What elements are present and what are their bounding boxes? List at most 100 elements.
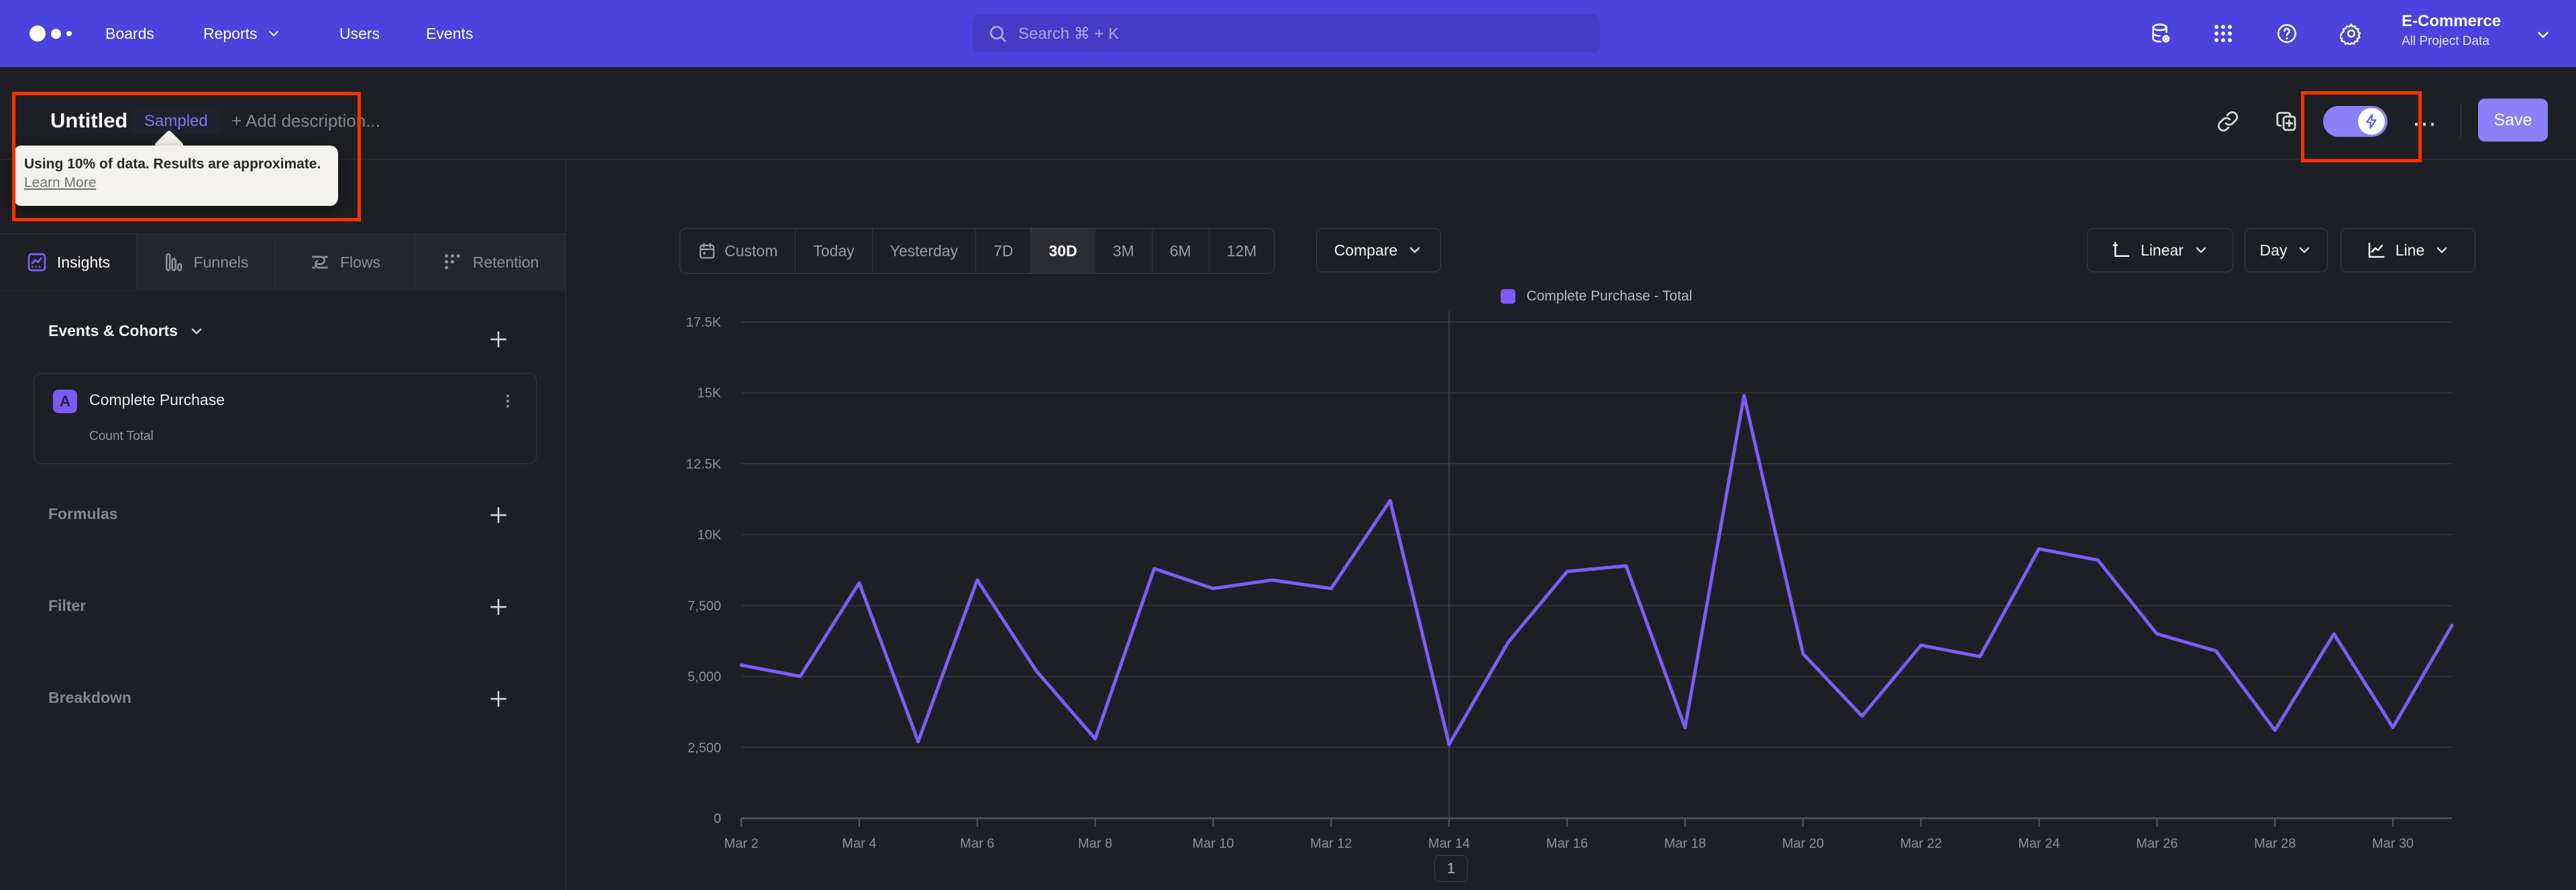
tab-insights[interactable]: Insights xyxy=(0,234,137,290)
events-cohorts-label: Events & Cohorts xyxy=(48,322,178,339)
event-name[interactable]: Complete Purchase xyxy=(89,391,225,409)
range-30d[interactable]: 30D xyxy=(1031,229,1095,273)
save-label: Save xyxy=(2493,110,2532,129)
svg-text:2,500: 2,500 xyxy=(688,740,721,755)
nav-label: Events xyxy=(426,24,474,42)
apps-grid-icon[interactable] xyxy=(2212,22,2235,45)
events-cohorts-header[interactable]: Events & Cohorts xyxy=(48,322,205,340)
event-options-kebab-icon[interactable] xyxy=(499,392,517,410)
tab-label: Flows xyxy=(339,253,381,271)
chart-type-label: Line xyxy=(2395,241,2425,259)
date-range-selector: Custom Today Yesterday 7D 30D 3M 6M 12M xyxy=(680,228,1275,274)
more-options-button[interactable]: ⋯ xyxy=(2412,109,2438,137)
range-3m[interactable]: 3M xyxy=(1095,229,1152,273)
sampling-toggle[interactable] xyxy=(2323,106,2387,137)
add-filter-button[interactable] xyxy=(488,596,509,618)
range-label: 7D xyxy=(994,241,1014,260)
chevron-down-icon xyxy=(268,30,278,37)
nav-item-boards[interactable]: Boards xyxy=(105,0,154,67)
svg-text:5,000: 5,000 xyxy=(688,670,721,685)
linear-scale-icon xyxy=(2112,241,2130,257)
chevron-down-icon xyxy=(2437,247,2447,254)
svg-text:10K: 10K xyxy=(697,528,721,543)
save-button[interactable]: Save xyxy=(2478,99,2548,142)
tab-flows[interactable]: Flows xyxy=(275,234,415,290)
granularity-dropdown[interactable]: Day xyxy=(2245,228,2328,272)
range-yesterday[interactable]: Yesterday xyxy=(873,229,977,273)
nav-item-events[interactable]: Events xyxy=(426,0,473,67)
event-card[interactable] xyxy=(34,373,537,464)
svg-text:Mar 28: Mar 28 xyxy=(2254,836,2296,851)
sampled-badge[interactable]: Sampled xyxy=(132,109,220,134)
project-name: E-Commerce xyxy=(2402,12,2502,30)
duplicate-icon[interactable] xyxy=(2275,110,2298,133)
svg-text:12.5K: 12.5K xyxy=(686,457,722,471)
series-complete-purchase-total[interactable] xyxy=(739,394,2454,746)
svg-text:7,500: 7,500 xyxy=(688,599,721,614)
sampling-tooltip: Using 10% of data. Results are approxima… xyxy=(13,146,338,206)
scale-dropdown[interactable]: Linear xyxy=(2087,228,2233,272)
add-event-button[interactable] xyxy=(488,329,509,350)
event-metric[interactable]: Count Total xyxy=(89,429,154,444)
range-12m[interactable]: 12M xyxy=(1210,229,1275,273)
project-selector[interactable]: E-Commerce All Project Data xyxy=(2402,9,2536,50)
tab-funnels[interactable]: Funnels xyxy=(137,234,275,290)
svg-text:Mar 30: Mar 30 xyxy=(2372,836,2414,851)
range-label: 12M xyxy=(1226,241,1257,260)
section-filter[interactable]: Filter xyxy=(48,597,86,615)
settings-icon[interactable] xyxy=(2340,22,2363,45)
data-connections-icon[interactable] xyxy=(2149,22,2172,45)
search-input[interactable]: Search ⌘ + K xyxy=(973,15,1600,52)
svg-text:Mar 4: Mar 4 xyxy=(842,836,876,851)
range-label: 6M xyxy=(1169,241,1191,260)
add-breakdown-button[interactable] xyxy=(488,688,509,710)
svg-text:Mar 24: Mar 24 xyxy=(2018,836,2059,851)
report-header-bar xyxy=(0,67,2576,160)
mixpanel-logo-icon[interactable] xyxy=(30,0,72,67)
sampled-badge-label: Sampled xyxy=(144,112,208,130)
calendar-icon xyxy=(699,243,715,259)
range-custom[interactable]: Custom xyxy=(680,229,796,273)
section-breakdown[interactable]: Breakdown xyxy=(48,689,131,707)
insights-icon xyxy=(28,253,46,272)
range-7d[interactable]: 7D xyxy=(976,229,1032,273)
svg-text:Mar 10: Mar 10 xyxy=(1192,836,1234,851)
flows-icon xyxy=(311,256,328,269)
section-formulas[interactable]: Formulas xyxy=(48,505,118,523)
tooltip-learn-more-link[interactable]: Learn More xyxy=(24,174,327,192)
line-chart[interactable]: Mar 2 Mar 4 Mar 6 Mar 8 Mar 10 Mar 12 Mar 14 Ma… xyxy=(604,282,2576,890)
range-today[interactable]: Today xyxy=(796,229,873,273)
mixpanel-insights-screen: Boards Reports Users Events Search ⌘ + K xyxy=(0,0,2576,890)
search-placeholder: Search ⌘ + K xyxy=(1018,24,1120,43)
range-label: Yesterday xyxy=(890,241,959,260)
range-6m[interactable]: 6M xyxy=(1152,229,1210,273)
line-chart-icon xyxy=(2368,242,2385,258)
chart-type-dropdown[interactable]: Line xyxy=(2341,228,2475,272)
nav-item-reports[interactable]: Reports xyxy=(203,0,282,67)
add-formula-button[interactable] xyxy=(488,504,509,526)
copy-link-icon[interactable] xyxy=(2216,110,2239,133)
nav-label: Users xyxy=(339,24,380,42)
chevron-down-icon xyxy=(2538,32,2548,38)
svg-text:17.5K: 17.5K xyxy=(686,315,722,330)
svg-text:Mar 26: Mar 26 xyxy=(2136,836,2178,851)
chart-pagination-button[interactable]: 1 xyxy=(1434,855,1468,882)
compare-button[interactable]: Compare xyxy=(1316,228,1441,272)
nav-label: Reports xyxy=(203,24,258,42)
svg-text:Mar 22: Mar 22 xyxy=(1900,836,1941,851)
help-icon[interactable] xyxy=(2275,22,2298,45)
svg-text:0: 0 xyxy=(714,812,721,826)
svg-text:Mar 14: Mar 14 xyxy=(1428,836,1470,851)
search-icon xyxy=(989,25,1006,42)
compare-label: Compare xyxy=(1334,241,1398,259)
nav-item-users[interactable]: Users xyxy=(339,0,380,67)
report-title[interactable]: Untitled xyxy=(50,109,127,133)
tab-retention[interactable]: Retention xyxy=(415,234,566,290)
project-scope: All Project Data xyxy=(2402,34,2489,48)
svg-text:Mar 8: Mar 8 xyxy=(1078,836,1112,851)
svg-text:Mar 20: Mar 20 xyxy=(1782,836,1824,851)
tab-label: Insights xyxy=(56,253,111,271)
tooltip-text: Using 10% of data. Results are approxima… xyxy=(24,156,321,172)
top-navigation-bar: Boards Reports Users Events Search ⌘ + K xyxy=(0,0,2576,67)
add-description-button[interactable]: + Add description... xyxy=(231,111,380,131)
